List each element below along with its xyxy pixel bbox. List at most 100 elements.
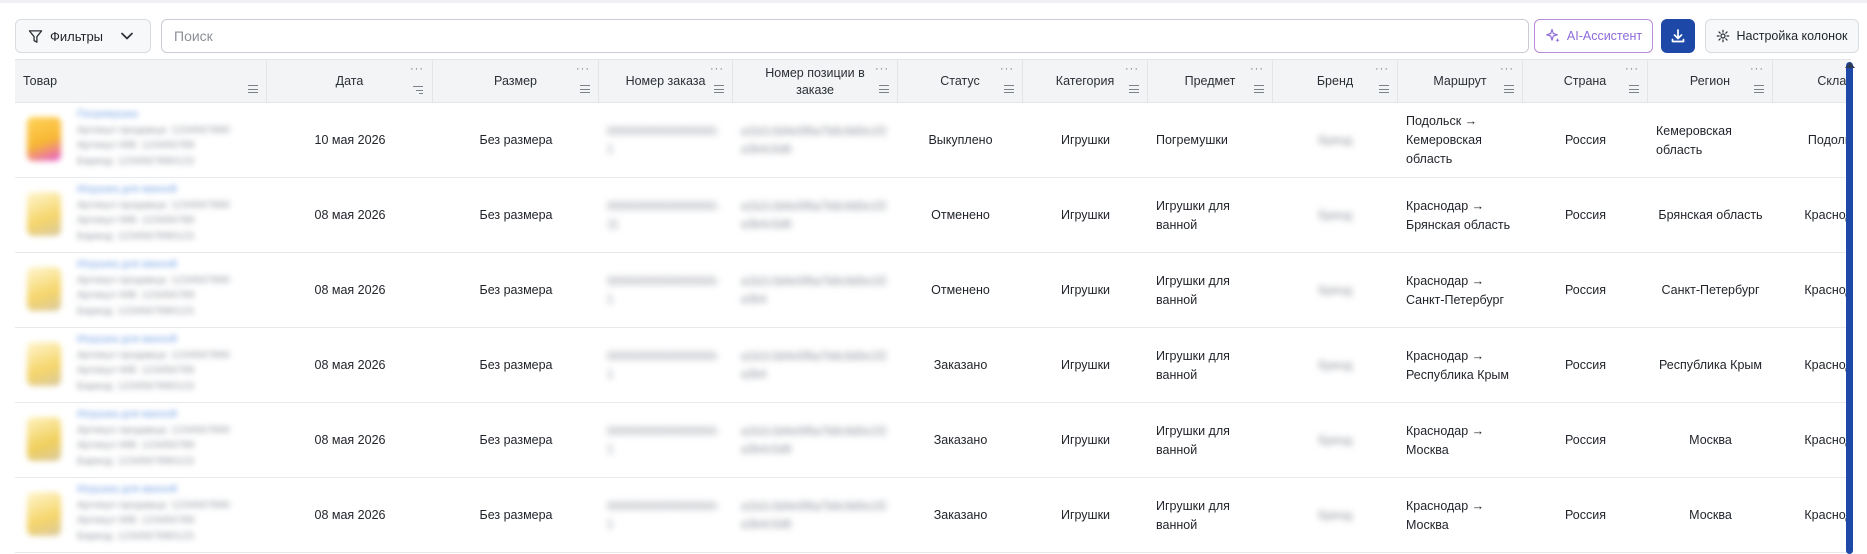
status-value: Выкуплено xyxy=(928,133,993,147)
sparkle-icon xyxy=(1545,28,1560,43)
column-header-data[interactable]: Дата ··· xyxy=(267,60,433,103)
column-menu-icon[interactable] xyxy=(580,85,590,93)
brand-cell: Бренд xyxy=(1273,178,1398,253)
column-options-icon[interactable]: ··· xyxy=(1125,64,1139,75)
column-header-kategoriya[interactable]: Категория ··· xyxy=(1023,60,1148,103)
toolbar: Фильтры AI-Ассистент Настройка колонок xyxy=(15,19,1859,53)
product-link[interactable]: Игрушка для ванной xyxy=(77,332,267,348)
product-detail-line: Баркод: 1234567890123 xyxy=(77,529,194,542)
order-cell: 00000000000000000-11 xyxy=(599,178,733,253)
product-link[interactable]: Игрушка для ванной xyxy=(77,482,267,498)
table-row[interactable]: Погремушка Артикул продавца: 1234567890 Ар… xyxy=(15,103,1851,178)
ai-assistant-button[interactable]: AI-Ассистент xyxy=(1534,19,1653,53)
table-row[interactable]: Игрушка для ванной Артикул продавца: 1234… xyxy=(15,253,1851,328)
region-value: Санкт-Петербург xyxy=(1661,283,1760,297)
column-header-sklad[interactable]: Склад xyxy=(1773,60,1851,103)
brand-value: Бренд xyxy=(1318,509,1353,522)
column-menu-icon[interactable] xyxy=(1754,85,1764,93)
product-link[interactable]: Игрушка для ванной xyxy=(77,182,267,198)
product-info: Погремушка Артикул продавца: 1234567890 Ар… xyxy=(77,107,267,169)
position-value: a1b2c3d4e5f6a7b8c9d0e1f2a3b4c5d6 xyxy=(741,425,887,456)
product-detail-line: Баркод: 1234567890123 xyxy=(77,229,194,242)
column-header-strana[interactable]: Страна ··· xyxy=(1523,60,1648,103)
table-row[interactable]: Игрушка для ванной Артикул продавца: 1234… xyxy=(15,328,1851,403)
column-options-icon[interactable]: ··· xyxy=(1250,64,1264,75)
subject-cell: Игрушки для ванной xyxy=(1148,253,1273,328)
size-cell: Без размера xyxy=(433,103,599,178)
product-thumbnail[interactable] xyxy=(27,117,61,161)
product-thumbnail[interactable] xyxy=(27,492,61,536)
table-row[interactable]: Игрушка для ванной Артикул продавца: 1234… xyxy=(15,178,1851,253)
column-options-icon[interactable]: ··· xyxy=(875,64,889,75)
column-menu-icon[interactable] xyxy=(1004,85,1014,93)
route-value: Краснодар → Москва xyxy=(1406,423,1485,457)
category-value: Игрушки xyxy=(1060,508,1111,522)
column-options-icon[interactable]: ··· xyxy=(1375,64,1389,75)
column-header-marshrut[interactable]: Маршрут ··· xyxy=(1398,60,1523,103)
product-link[interactable]: Погремушка xyxy=(77,107,267,123)
column-menu-icon[interactable] xyxy=(879,85,889,93)
column-options-icon[interactable]: ··· xyxy=(1500,64,1514,75)
column-options-icon[interactable]: ··· xyxy=(410,64,424,75)
column-header-predmet[interactable]: Предмет ··· xyxy=(1148,60,1273,103)
status-value: Заказано xyxy=(933,358,988,372)
column-header-nomer-pozicii[interactable]: Номер позиции в заказе ··· xyxy=(733,60,898,103)
column-menu-icon[interactable] xyxy=(1629,85,1639,93)
product-link[interactable]: Игрушка для ванной xyxy=(77,407,267,423)
column-menu-icon[interactable] xyxy=(1504,85,1514,93)
region-value: Москва xyxy=(1689,508,1732,522)
column-menu-icon[interactable] xyxy=(714,85,724,93)
column-menu-icon[interactable] xyxy=(1129,85,1139,93)
column-header-region[interactable]: Регион ··· xyxy=(1648,60,1773,103)
country-value: Россия xyxy=(1565,208,1606,222)
search-input[interactable] xyxy=(161,19,1529,53)
order-cell: 00000000000000000-1 xyxy=(599,253,733,328)
column-header-status[interactable]: Статус ··· xyxy=(898,60,1023,103)
status-cell: Отменено xyxy=(898,253,1023,328)
download-button[interactable] xyxy=(1661,19,1695,53)
column-options-icon[interactable]: ··· xyxy=(1625,64,1639,75)
column-menu-icon[interactable] xyxy=(248,85,258,93)
column-menu-icon[interactable] xyxy=(1379,85,1389,93)
column-options-icon[interactable]: ··· xyxy=(710,64,724,75)
size-value: Без размера xyxy=(479,358,553,372)
column-options-icon[interactable]: ··· xyxy=(576,64,590,75)
vertical-scrollbar[interactable] xyxy=(1846,62,1853,554)
size-value: Без размера xyxy=(479,433,553,447)
product-thumbnail[interactable] xyxy=(27,267,61,311)
product-thumbnail[interactable] xyxy=(27,192,61,236)
column-options-icon[interactable]: ··· xyxy=(1000,64,1014,75)
product-detail-line: Баркод: 1234567890123 xyxy=(77,454,194,467)
scroll-up-arrow-icon[interactable] xyxy=(1845,62,1855,68)
position-value: a1b2c3d4e5f6a7b8c9d0e1f2a3b4c5d6 xyxy=(741,500,887,531)
column-header-tovar[interactable]: Товар xyxy=(15,60,267,103)
product-thumbnail[interactable] xyxy=(27,417,61,461)
column-options-icon[interactable]: ··· xyxy=(1750,64,1764,75)
status-cell: Заказано xyxy=(898,403,1023,478)
column-header-brend[interactable]: Бренд ··· xyxy=(1273,60,1398,103)
column-header-razmer[interactable]: Размер ··· xyxy=(433,60,599,103)
column-settings-button[interactable]: Настройка колонок xyxy=(1705,19,1859,53)
filters-button[interactable]: Фильтры xyxy=(15,19,151,53)
region-cell: Москва xyxy=(1648,478,1773,553)
product-detail-line: Артикул продавца: 1234567890 xyxy=(77,348,230,361)
category-value: Игрушки xyxy=(1060,433,1111,447)
subject-cell: Игрушки для ванной xyxy=(1148,328,1273,403)
sort-desc-icon[interactable] xyxy=(413,86,423,94)
size-cell: Без размера xyxy=(433,478,599,553)
column-header-nomer-zakaza[interactable]: Номер заказа ··· xyxy=(599,60,733,103)
category-cell: Игрушки xyxy=(1023,103,1148,178)
region-cell: Кемеровская область xyxy=(1648,103,1773,178)
table-row[interactable]: Игрушка для ванной Артикул продавца: 1234… xyxy=(15,403,1851,478)
product-link[interactable]: Игрушка для ванной xyxy=(77,257,267,273)
country-cell: Россия xyxy=(1523,178,1648,253)
subject-value: Игрушки для ванной xyxy=(1156,198,1230,232)
position-value: a1b2c3d4e5f6a7b8c9d0e1f2a3b4c5d6 xyxy=(741,200,887,231)
product-thumbnail[interactable] xyxy=(27,342,61,386)
date-cell: 08 мая 2026 xyxy=(267,478,433,553)
table-row[interactable]: Игрушка для ванной Артикул продавца: 1234… xyxy=(15,478,1851,553)
warehouse-cell: Краснодар xyxy=(1773,328,1851,403)
column-menu-icon[interactable] xyxy=(1254,85,1264,93)
brand-cell: Бренд xyxy=(1273,103,1398,178)
order-cell: 00000000000000000-1 xyxy=(599,103,733,178)
